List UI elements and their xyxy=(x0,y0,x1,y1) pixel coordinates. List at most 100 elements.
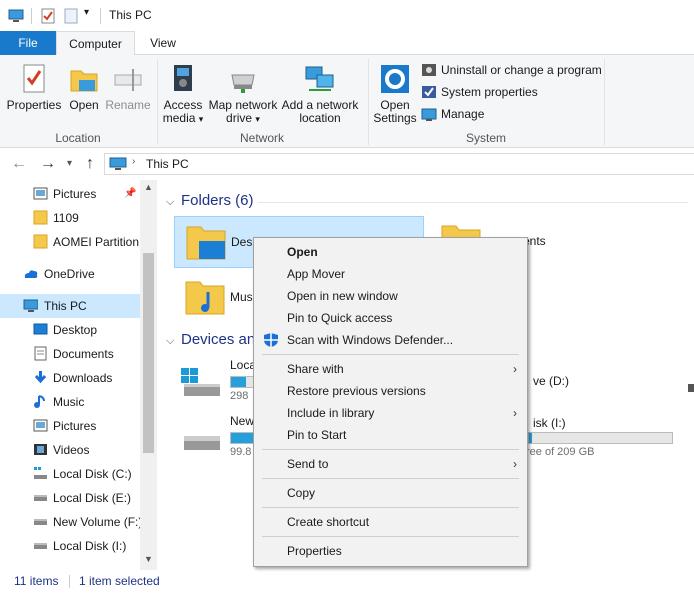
drive-size: ree of 209 GB xyxy=(526,446,595,458)
menu-item-create-shortcut[interactable]: Create shortcut xyxy=(254,511,527,533)
nav-item-desktop[interactable]: Desktop xyxy=(0,318,140,342)
nav-item-1109[interactable]: 1109 xyxy=(0,206,140,230)
system-properties-button[interactable]: System properties xyxy=(421,82,538,102)
forward-arrow-icon[interactable]: → xyxy=(40,155,56,173)
tab-computer[interactable]: Computer xyxy=(56,31,135,56)
manage-button[interactable]: Manage xyxy=(421,104,484,124)
rename-button[interactable]: Rename xyxy=(104,63,152,112)
menu-item-send-to[interactable]: Send to › xyxy=(254,453,527,475)
open-button[interactable]: Open xyxy=(66,63,102,112)
scroll-down-icon[interactable]: ▼ xyxy=(144,554,153,564)
folders-collapse-chevron-icon[interactable]: ⌵ xyxy=(166,196,174,209)
nav-item-onedrive[interactable]: OneDrive xyxy=(0,262,140,286)
drive-label[interactable]: ve (D:) xyxy=(533,374,569,388)
context-menu: Open App Mover Open in new window Pin to… xyxy=(253,237,528,567)
menu-separator xyxy=(262,507,519,508)
menu-item-share-with[interactable]: Share with › xyxy=(254,358,527,380)
add-location-label-2: location xyxy=(299,111,341,125)
menu-item-label: Include in library xyxy=(287,406,375,420)
drive-usage-fill xyxy=(529,433,532,443)
nav-item-label: This PC xyxy=(44,299,87,313)
computer-icon xyxy=(8,9,24,22)
menu-item-properties[interactable]: Properties xyxy=(254,540,527,562)
breadcrumb-chevron-icon[interactable]: › xyxy=(132,156,135,167)
group-location-label: Location xyxy=(55,131,101,145)
open-settings-button[interactable]: Open Settings xyxy=(372,63,418,125)
nav-item-label: Music xyxy=(53,395,85,409)
submenu-arrow-icon: › xyxy=(513,457,517,471)
nav-item-label: Videos xyxy=(53,443,90,457)
add-location-label-1: Add a network xyxy=(281,98,359,112)
nav-item-pictures[interactable]: Pictures xyxy=(0,414,140,438)
qat-dropdown-icon[interactable]: ▾ xyxy=(84,7,89,18)
nav-item-aomei[interactable]: AOMEI Partition xyxy=(0,230,140,254)
properties-button[interactable]: Properties xyxy=(6,63,62,112)
nav-item-label: Documents xyxy=(53,347,114,361)
access-media-button[interactable]: Access media ▾ xyxy=(160,63,206,126)
menu-item-app-mover[interactable]: App Mover xyxy=(254,263,527,285)
new-folder-qat-icon[interactable] xyxy=(64,8,78,24)
drive-label[interactable]: isk (I:) xyxy=(533,416,566,430)
nav-item-label: New Volume (F:) xyxy=(53,515,143,529)
pictures-icon xyxy=(33,419,48,432)
status-bar: 11 items 1 item selected xyxy=(0,570,694,593)
drive-size: 298 xyxy=(230,390,249,402)
navigation-pane: Pictures 📌 1109 AOMEI Partition OneDrive… xyxy=(0,180,157,570)
up-arrow-icon[interactable]: ↑ xyxy=(86,155,94,173)
menu-item-label: Share with xyxy=(287,362,344,376)
nav-item-music[interactable]: Music xyxy=(0,390,140,414)
menu-separator xyxy=(262,354,519,355)
drive-size: 99.8 xyxy=(230,446,252,458)
menu-separator xyxy=(262,478,519,479)
folders-group-header[interactable]: Folders (6) xyxy=(181,192,254,209)
menu-item-copy[interactable]: Copy xyxy=(254,482,527,504)
system-properties-icon xyxy=(422,86,436,98)
defender-shield-icon xyxy=(264,333,278,347)
rename-icon xyxy=(114,69,142,91)
nav-item-local-disk-c[interactable]: Local Disk (C:) xyxy=(0,462,140,486)
menu-item-open[interactable]: Open xyxy=(254,241,527,263)
access-media-label-1: Access xyxy=(163,98,203,112)
menu-item-include-library[interactable]: Include in library › xyxy=(254,402,527,424)
nav-item-this-pc[interactable]: This PC xyxy=(0,294,140,318)
properties-qat-icon[interactable] xyxy=(41,8,55,24)
nav-item-pictures-quick[interactable]: Pictures 📌 xyxy=(0,182,140,206)
nav-item-new-volume-f[interactable]: New Volume (F:) xyxy=(0,510,143,534)
menu-item-label: Pin to Start xyxy=(287,428,347,442)
tab-file[interactable]: File xyxy=(0,31,56,55)
videos-icon xyxy=(34,444,47,455)
tab-view[interactable]: View xyxy=(140,31,186,55)
nav-item-local-disk-i[interactable]: Local Disk (I:) xyxy=(0,534,140,558)
ribbon-tabs: File Computer View xyxy=(0,31,694,56)
nav-item-downloads[interactable]: Downloads xyxy=(0,366,140,390)
pin-icon[interactable]: 📌 xyxy=(124,182,136,206)
system-properties-label: System properties xyxy=(441,85,538,99)
devices-group-header[interactable]: Devices and xyxy=(181,331,264,348)
map-network-drive-button[interactable]: Map network drive ▾ xyxy=(206,63,280,126)
nav-item-videos[interactable]: Videos xyxy=(0,438,140,462)
nav-item-local-disk-e[interactable]: Local Disk (E:) xyxy=(0,486,140,510)
recent-locations-chevron-icon[interactable]: ▾ xyxy=(67,158,72,169)
map-drive-label-2: drive xyxy=(226,111,253,125)
add-network-location-button[interactable]: Add a network location xyxy=(280,63,360,125)
address-bar[interactable]: › This PC xyxy=(104,153,694,175)
network-drive-icon xyxy=(231,74,255,93)
back-arrow-icon[interactable]: ← xyxy=(11,155,27,173)
menu-item-pin-quick-access[interactable]: Pin to Quick access xyxy=(254,307,527,329)
address-path: This PC xyxy=(146,157,189,171)
nav-item-label: Downloads xyxy=(53,371,113,385)
menu-item-scan-defender[interactable]: Scan with Windows Defender... xyxy=(254,329,527,351)
submenu-arrow-icon: › xyxy=(513,406,517,420)
media-icon xyxy=(174,65,192,91)
uninstall-program-button[interactable]: Uninstall or change a program xyxy=(421,60,602,80)
title-bar: ▾ This PC xyxy=(0,0,694,31)
nav-pane-scroll-thumb[interactable] xyxy=(143,253,154,453)
scroll-up-icon[interactable]: ▲ xyxy=(144,182,153,192)
menu-item-open-new-window[interactable]: Open in new window xyxy=(254,285,527,307)
menu-item-pin-start[interactable]: Pin to Start xyxy=(254,424,527,446)
menu-item-restore-versions[interactable]: Restore previous versions xyxy=(254,380,527,402)
item-count: 11 items xyxy=(14,574,59,588)
devices-collapse-chevron-icon[interactable]: ⌵ xyxy=(166,335,174,348)
drive-edge-icon xyxy=(688,384,694,392)
nav-item-documents[interactable]: Documents xyxy=(0,342,140,366)
